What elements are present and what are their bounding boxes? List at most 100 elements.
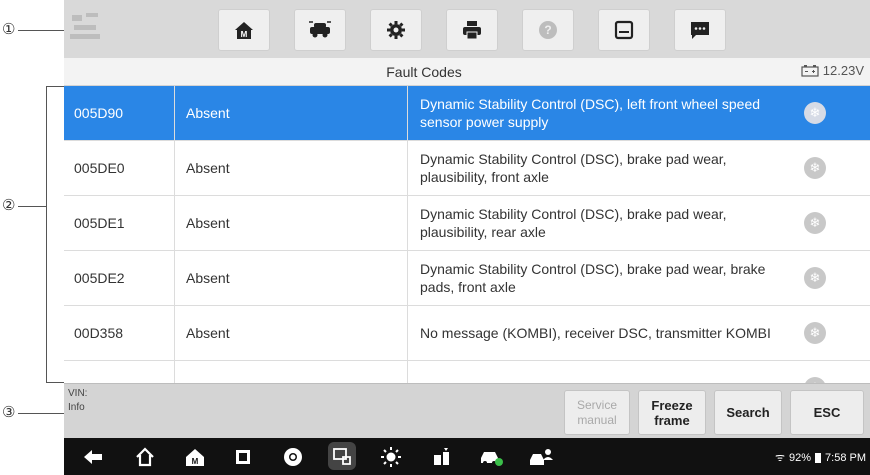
callout-1: ① <box>2 20 16 38</box>
top-toolbar: M ? <box>64 0 870 59</box>
back-button[interactable] <box>80 444 106 470</box>
freeze-frame-cell: ❄ <box>800 196 830 250</box>
fault-code-row[interactable]: 005D90 Absent Dynamic Stability Control … <box>64 86 870 141</box>
chrome-icon <box>284 448 302 466</box>
fault-code: 00D359 <box>74 361 174 383</box>
callout-line-3 <box>18 413 64 414</box>
device-screen: M ? Fault Codes 12.23V 005D90 Absent Dyn… <box>64 0 870 475</box>
battery-icon <box>815 452 822 463</box>
callout-2: ② <box>2 196 16 214</box>
fault-description: Dynamic Stability Control (DSC), brake p… <box>420 261 766 295</box>
autel-home-button[interactable]: M <box>182 444 208 470</box>
fault-code: 005D90 <box>74 105 124 121</box>
status-bar: ᯤ 92% 7:58 PM <box>775 450 866 465</box>
esc-button[interactable]: ESC <box>790 390 864 435</box>
printer-icon <box>463 21 481 40</box>
freeze-frame-cell: ❄ <box>800 141 830 195</box>
car-user-icon <box>530 449 553 465</box>
snowflake-icon[interactable]: ❄ <box>804 322 826 344</box>
fault-description: Dynamic Stability Control (DSC), left fr… <box>420 96 761 130</box>
snowflake-icon[interactable]: ❄ <box>804 102 826 124</box>
svg-text:M: M <box>241 30 248 39</box>
fault-status: Absent <box>186 105 230 121</box>
snowflake-icon[interactable]: ❄ <box>804 157 826 179</box>
fault-code-row[interactable]: 00D358 Absent No message (KOMBI), receiv… <box>64 306 870 361</box>
svg-text:?: ? <box>544 23 551 37</box>
fault-status: Absent <box>186 361 406 383</box>
svg-text:M: M <box>192 457 199 466</box>
back-arrow-icon <box>84 450 102 464</box>
recent-apps-icon <box>236 450 250 464</box>
callout-line-1 <box>18 30 64 31</box>
fault-status: Absent <box>186 270 230 286</box>
callout-bracket-top <box>46 86 64 87</box>
vci-connector-icon <box>434 448 449 465</box>
callout-3: ③ <box>2 403 16 421</box>
fault-code: 005DE2 <box>74 270 125 286</box>
bottom-function-bar: VIN: Info Service manual Freeze frame Se… <box>64 383 870 439</box>
vehicle-swap-button[interactable] <box>294 9 346 51</box>
recent-apps-button[interactable] <box>230 444 256 470</box>
battery-level: 92% <box>789 451 812 464</box>
vehicle-swap-icon <box>309 21 331 38</box>
screen-mirror-icon <box>333 448 351 465</box>
freeze-frame-cell: ❄ <box>800 306 830 360</box>
freeze-frame-cell: ❄ <box>800 86 830 140</box>
fault-status: Absent <box>186 215 230 231</box>
message-button[interactable] <box>674 9 726 51</box>
fault-code-list[interactable]: 005D90 Absent Dynamic Stability Control … <box>64 86 870 383</box>
fault-code-row[interactable]: 00D359 Absent No message (KOMBI), receiv… <box>64 361 870 383</box>
header-bar: Fault Codes 12.23V <box>64 58 870 86</box>
print-button[interactable] <box>446 9 498 51</box>
voltage-value: 12.23V <box>822 63 864 78</box>
freeze-frame-button[interactable]: Freeze frame <box>638 390 706 435</box>
settings-gear-icon <box>387 21 405 39</box>
vehicle-logo <box>70 13 110 43</box>
vin-label: VIN: <box>68 388 88 399</box>
callout-bracket-2 <box>46 86 47 383</box>
browser-button[interactable] <box>280 444 306 470</box>
help-icon: ? <box>539 21 557 39</box>
settings-button[interactable] <box>370 9 422 51</box>
home-outline-icon <box>136 447 154 467</box>
save-button[interactable] <box>598 9 650 51</box>
freeze-frame-cell: ❄ <box>800 361 830 383</box>
help-button[interactable]: ? <box>522 9 574 51</box>
screen-mirror-button[interactable] <box>328 442 356 470</box>
page-title: Fault Codes <box>386 64 462 80</box>
snowflake-icon[interactable]: ❄ <box>804 212 826 234</box>
info-label: Info <box>68 402 85 413</box>
column-divider <box>174 86 175 383</box>
callout-line-2 <box>18 206 46 207</box>
fault-code: 005DE0 <box>74 160 125 176</box>
voltage-indicator: 12.23V <box>801 63 864 78</box>
service-manual-button[interactable]: Service manual <box>564 390 630 435</box>
vehicle-status-button[interactable] <box>478 444 504 470</box>
fault-description: No message (KOMBI), receiver DSC, transm… <box>420 361 780 383</box>
save-icon <box>614 20 634 40</box>
fault-status: Absent <box>186 325 230 341</box>
clock: 7:58 PM <box>825 451 866 464</box>
search-button[interactable]: Search <box>714 390 782 435</box>
fault-code-row[interactable]: 005DE1 Absent Dynamic Stability Control … <box>64 196 870 251</box>
freeze-frame-cell: ❄ <box>800 251 830 305</box>
fault-description: Dynamic Stability Control (DSC), brake p… <box>420 206 727 240</box>
brightness-button[interactable] <box>378 444 404 470</box>
fault-code-row[interactable]: 005DE0 Absent Dynamic Stability Control … <box>64 141 870 196</box>
remote-desk-button[interactable] <box>528 444 554 470</box>
battery-voltage-icon <box>801 64 819 77</box>
callout-bracket-bottom <box>46 382 64 383</box>
vci-button[interactable] <box>428 444 454 470</box>
home-icon: M <box>235 22 253 39</box>
fault-code: 005DE1 <box>74 215 125 231</box>
wifi-icon: ᯤ <box>774 452 785 464</box>
fault-code: 00D358 <box>74 325 124 341</box>
home-nav-button[interactable] <box>132 444 158 470</box>
home-button[interactable]: M <box>218 9 270 51</box>
fault-code-row[interactable]: 005DE2 Absent Dynamic Stability Control … <box>64 251 870 306</box>
snowflake-icon[interactable]: ❄ <box>804 267 826 289</box>
brightness-icon <box>381 447 401 467</box>
car-check-icon <box>481 452 503 466</box>
m-home-icon: M <box>186 449 204 466</box>
fault-status: Absent <box>186 160 230 176</box>
